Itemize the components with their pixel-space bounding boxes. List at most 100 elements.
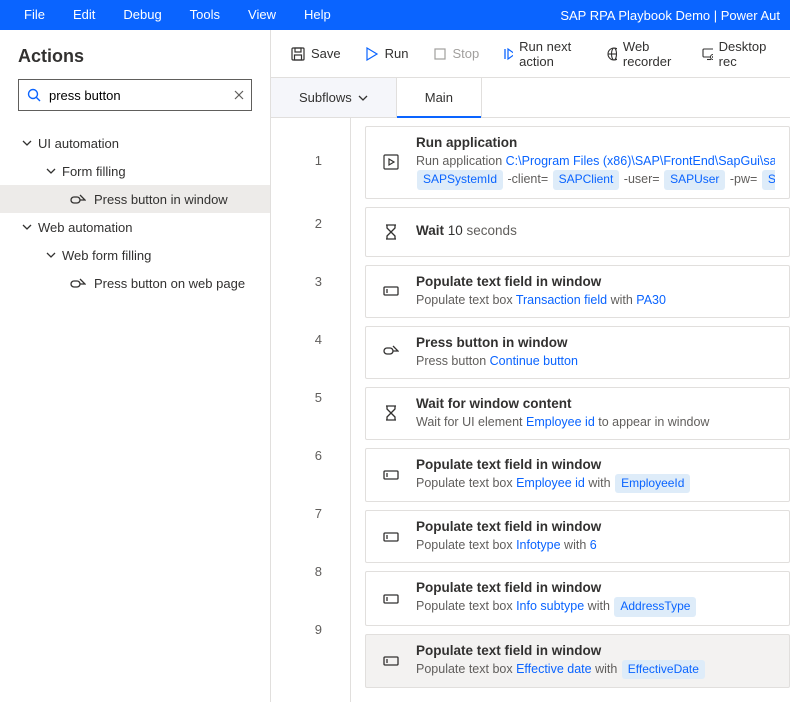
tree-ui-automation[interactable]: UI automation [0, 129, 270, 157]
menu-edit[interactable]: Edit [59, 0, 109, 30]
main-label: Main [425, 90, 453, 105]
steps-list: Run application Run application C:\Progra… [351, 118, 790, 702]
tree-label: Web automation [38, 220, 132, 235]
actions-search-input[interactable] [49, 88, 225, 103]
variable-chip: AddressType [614, 597, 696, 616]
clear-search-icon[interactable] [233, 89, 245, 101]
desktop-recorder-button[interactable]: Desktop rec [692, 33, 780, 75]
run-label: Run [385, 46, 409, 61]
step-card[interactable]: Run application Run application C:\Progra… [365, 126, 790, 199]
tree-label: Press button in window [94, 192, 228, 207]
tree-web-automation[interactable]: Web automation [0, 213, 270, 241]
step-title: Wait 10 seconds [416, 223, 775, 238]
step-desc: Populate text box Effective date with Ef… [416, 660, 775, 679]
menu-file[interactable]: File [10, 0, 59, 30]
chevron-down-icon [44, 168, 58, 174]
tree-form-filling[interactable]: Form filling [0, 157, 270, 185]
tabstrip: Subflows Main [271, 78, 790, 118]
web-recorder-button[interactable]: Web recorder [597, 33, 688, 75]
variable-chip: SAPSystemId [417, 170, 503, 189]
save-button[interactable]: Save [281, 40, 351, 67]
variable-chip: EffectiveDate [622, 660, 705, 679]
desktop-recorder-label: Desktop rec [719, 39, 770, 69]
line-number: 9 [271, 600, 350, 658]
step-card[interactable]: Populate text field in windowPopulate te… [365, 265, 790, 318]
step-card[interactable]: Populate text field in window Populate te… [365, 634, 790, 688]
tree-label: Web form filling [62, 248, 151, 263]
textbox-icon [380, 283, 402, 299]
subflows-label: Subflows [299, 90, 352, 105]
step-body: Press button in windowPress button Conti… [416, 335, 775, 370]
run-button[interactable]: Run [355, 40, 419, 67]
step-title: Populate text field in window [416, 457, 775, 472]
menu-tools[interactable]: Tools [176, 0, 234, 30]
variable-chip: EmployeeId [615, 474, 690, 493]
step-desc: Run application C:\Program Files (x86)\S… [416, 152, 775, 170]
step-card[interactable]: Press button in windowPress button Conti… [365, 326, 790, 379]
step-desc: Populate text box Employee id with Emplo… [416, 474, 775, 493]
menu-debug[interactable]: Debug [109, 0, 175, 30]
line-number: 7 [271, 484, 350, 542]
line-number: 3 [271, 252, 350, 310]
step-card[interactable]: Populate text field in windowPopulate te… [365, 510, 790, 563]
step-desc: Wait for UI element Employee id to appea… [416, 413, 775, 431]
line-number: 8 [271, 542, 350, 600]
chevron-down-icon [20, 140, 34, 146]
tree-press-button-webpage[interactable]: Press button on web page [0, 269, 270, 297]
step-title: Populate text field in window [416, 643, 775, 658]
step-body: Populate text field in window Populate te… [416, 643, 775, 679]
menu-view[interactable]: View [234, 0, 290, 30]
tree-label: UI automation [38, 136, 119, 151]
variable-chip: SAPUser [664, 170, 725, 189]
textbox-icon [380, 467, 402, 483]
menubar: File Edit Debug Tools View Help SAP RPA … [0, 0, 790, 30]
editor-toolbar: Save Run Stop Run next action Web record… [271, 30, 790, 78]
play-box-icon [380, 154, 402, 170]
step-desc: Press button Continue button [416, 352, 775, 370]
chevron-down-icon [44, 252, 58, 258]
textbox-icon [380, 529, 402, 545]
menu-help[interactable]: Help [290, 0, 345, 30]
tree-web-form-filling[interactable]: Web form filling [0, 241, 270, 269]
variable-chip: SAPPas [762, 170, 775, 189]
step-card[interactable]: Wait for window content Wait for UI eleme… [365, 387, 790, 440]
tree-press-button-window[interactable]: Press button in window [0, 185, 270, 213]
step-title: Populate text field in window [416, 274, 775, 289]
press-button-icon [68, 193, 88, 205]
subflows-tab[interactable]: Subflows [271, 78, 397, 117]
step-card[interactable]: Wait 10 seconds [365, 207, 790, 257]
line-number: 1 [271, 126, 350, 194]
step-title: Populate text field in window [416, 519, 775, 534]
hourglass-icon [380, 405, 402, 421]
actions-header: Actions [0, 30, 270, 79]
tree-label: Form filling [62, 164, 126, 179]
step-card[interactable]: Populate text field in window Populate te… [365, 571, 790, 625]
textbox-icon [380, 653, 402, 669]
chevron-down-icon [20, 224, 34, 230]
actions-search[interactable] [18, 79, 252, 111]
press-icon [380, 344, 402, 360]
stop-button: Stop [423, 40, 490, 67]
textbox-icon [380, 591, 402, 607]
step-body: Populate text field in windowPopulate te… [416, 519, 775, 554]
line-number: 4 [271, 310, 350, 368]
run-next-button[interactable]: Run next action [493, 33, 593, 75]
chevron-down-icon [358, 95, 368, 101]
menubar-items: File Edit Debug Tools View Help [10, 0, 345, 30]
variable-chip: SAPClient [553, 170, 620, 189]
step-title: Wait for window content [416, 396, 775, 411]
step-body: Wait 10 seconds [416, 223, 775, 240]
step-desc: Populate text box Info subtype with Addr… [416, 597, 775, 616]
hourglass-icon [380, 224, 402, 240]
run-next-label: Run next action [519, 39, 583, 69]
step-desc-line2: SAPSystemId -client= SAPClient -user= SA… [416, 170, 775, 189]
step-body: Run application Run application C:\Progra… [416, 135, 775, 190]
main-tab[interactable]: Main [397, 78, 482, 117]
stop-label: Stop [453, 46, 480, 61]
window-title: SAP RPA Playbook Demo | Power Aut [560, 8, 780, 23]
step-body: Populate text field in windowPopulate te… [416, 274, 775, 309]
step-title: Run application [416, 135, 775, 150]
editor-pane: Save Run Stop Run next action Web record… [271, 30, 790, 702]
step-title: Populate text field in window [416, 580, 775, 595]
step-card[interactable]: Populate text field in window Populate te… [365, 448, 790, 502]
